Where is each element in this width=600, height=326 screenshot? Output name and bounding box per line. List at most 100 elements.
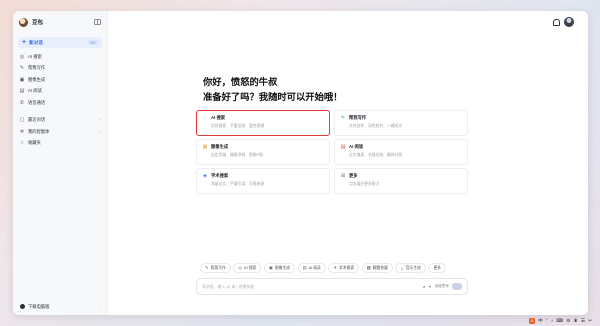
phone-icon: ✆ — [19, 99, 25, 106]
skill-chip-1[interactable]: ◎ AI 搜索 — [233, 263, 262, 273]
new-chat-label: 新对话 — [29, 39, 43, 45]
read-icon: ▤ — [302, 265, 307, 270]
skill-chip-0[interactable]: ✎ 帮我写作 — [200, 263, 231, 273]
feature-card-title: 学术搜索 — [211, 173, 229, 178]
feature-card-0[interactable]: ◌ AI 搜索实时搜索、不重信源、整合逻辑 — [196, 110, 330, 136]
tray-icon-5[interactable]: ⚙ — [566, 318, 570, 324]
greeting-line-1: 你好，愤怒的牛叔 — [203, 77, 278, 87]
sidebar-item-0[interactable]: ◎ AI 搜索 — [13, 51, 107, 63]
system-tray: S 中 ° ♪ ⌨ ⚙ ♜ ☰ ✂ — [528, 315, 592, 326]
feature-card-title-row: ▦ 图像生成 — [202, 144, 324, 150]
skill-chip-label: 帮我写作 — [210, 265, 226, 270]
feature-card-5[interactable]: ⊞ 更多点击展开更多能力 — [334, 168, 468, 194]
greeting: 你好，愤怒的牛叔 准备好了吗？我随时可以开始哦！ — [203, 75, 342, 105]
tray-icon-6[interactable]: ♜ — [574, 318, 578, 324]
sidebar-item-label: AI 阅读 — [28, 88, 42, 94]
tray-icon-0[interactable]: S — [528, 317, 535, 324]
skill-chip-3[interactable]: ▤ AI 阅读 — [297, 263, 326, 273]
sidebar-item-label: 最近对话 — [28, 117, 46, 123]
tray-icon-4[interactable]: ⌨ — [556, 318, 563, 324]
new-chat-button[interactable]: + 新对话 ⌘K — [18, 37, 102, 48]
sidebar-item-label: 帮我写作 — [28, 65, 46, 71]
bookmark-icon: ☆ — [19, 140, 25, 147]
feature-card-title-row: ◌ AI 搜索 — [202, 115, 324, 121]
chevron-right-icon: › — [98, 304, 100, 309]
skill-chip-5[interactable]: ▦ 解题答疑 — [361, 263, 393, 273]
chevron-right-icon: › — [99, 128, 101, 135]
greeting-line-2: 准备好了吗？我随时可以开始哦！ — [203, 92, 343, 102]
deep-think-label[interactable]: 深度思考 — [435, 284, 449, 289]
feature-card-3[interactable]: ▤ AI 阅读论文速读、长链总结、翻译对照 — [334, 139, 468, 165]
skill-chip-label: AI 搜索 — [244, 265, 257, 270]
feature-card-title: 图像生成 — [211, 144, 229, 149]
skill-chip-7[interactable]: 更多 — [428, 263, 446, 273]
academic-icon: ✈ — [333, 265, 337, 270]
avatar[interactable] — [564, 17, 574, 27]
feature-card-desc: 点击展开更多能力 — [349, 182, 380, 186]
search-icon: ◎ — [19, 53, 25, 60]
new-chat-shortcut: ⌘K — [88, 40, 98, 45]
feature-cards: ◌ AI 搜索 实时搜索、不重信源、整合逻辑 ✎ 帮我写作 文档创作、润色校对、一键成文 ▦… — [196, 110, 468, 194]
chevron-right-icon: › — [99, 117, 101, 124]
sidebar-collapse-icon[interactable] — [94, 19, 101, 25]
academic-icon: ◈ — [203, 173, 207, 179]
sidebar-item-3[interactable]: ▤ AI 阅读 — [13, 86, 107, 98]
tray-icon-8[interactable]: ✂ — [588, 318, 592, 324]
image-icon: ▣ — [19, 76, 25, 83]
more-icon: ⊞ — [340, 173, 346, 179]
feature-card-4[interactable]: ◈ 学术搜索海量论文、严谨引用、可靠来源 — [196, 168, 330, 194]
read-icon: ▤ — [340, 144, 346, 150]
message-input-placeholder: 发消息、输入 @ 或 / 选择技能 — [202, 283, 255, 289]
sidebar-item-4[interactable]: ✆ 语音通话 — [13, 97, 107, 109]
sidebar-item-label: 我的智能体 — [28, 128, 50, 134]
feature-card-title: AI 搜索 — [211, 115, 226, 120]
sidebar-item-label: 图像生成 — [28, 76, 46, 82]
download-desktop-button[interactable]: 下载电脑版 › — [18, 301, 102, 312]
tray-icon-3[interactable]: ♪ — [551, 318, 553, 323]
attach-icon[interactable]: ⌀ — [423, 284, 425, 289]
image-icon: ▣ — [268, 265, 273, 270]
feature-card-title-row: ◈ 学术搜索 — [202, 173, 324, 179]
skill-chip-2[interactable]: ▣ 图像生成 — [263, 263, 296, 273]
skill-chip-6[interactable]: ♫ 音乐生成 — [395, 263, 426, 273]
top-right-actions — [552, 17, 574, 27]
skill-chip-label: 音乐生成 — [405, 265, 421, 270]
feature-card-title: 帮我写作 — [349, 115, 367, 120]
skill-chip-label: AI 阅读 — [308, 265, 321, 270]
sidebar-item-1[interactable]: ✎ 帮我写作 — [13, 63, 107, 75]
sidebar-item2-0[interactable]: ▢ 最近对话 › — [13, 115, 107, 127]
tray-icon-2[interactable]: ° — [546, 318, 548, 323]
sidebar-item-2[interactable]: ▣ 图像生成 — [13, 74, 107, 86]
feature-card-title: AI 阅读 — [349, 144, 364, 149]
sidebar-item-label: 收藏夹 — [28, 140, 41, 146]
tray-icon-1[interactable]: 中 — [538, 318, 543, 324]
send-button[interactable] — [452, 283, 462, 290]
feature-card-title: 更多 — [349, 173, 358, 178]
skill-chip-label: 图像生成 — [274, 265, 291, 270]
feature-card-2[interactable]: ▦ 图像生成 自定风格、随意涂鸦、智能P图 — [196, 139, 330, 165]
app-logo — [19, 17, 28, 27]
feature-card-desc: 实时搜索、不重信源、整合逻辑 — [211, 124, 265, 128]
feature-card-1[interactable]: ✎ 帮我写作 文档创作、润色校对、一键成文 — [334, 110, 468, 136]
skill-chip-label: 解题答疑 — [372, 265, 388, 270]
skill-chip-4[interactable]: ✈ 学术搜索 — [328, 263, 360, 273]
solve-icon: ▦ — [366, 265, 371, 270]
search-icon: ◌ — [203, 115, 207, 121]
pen-icon: ✎ — [205, 265, 209, 270]
sidebar-item2-1[interactable]: ✲ 我的智能体 › — [13, 126, 107, 138]
skill-chip-label: 学术搜索 — [338, 265, 355, 270]
sidebar-item2-2[interactable]: ☆ 收藏夹 — [13, 138, 107, 150]
tray-icon-7[interactable]: ☰ — [581, 318, 585, 324]
pen-icon: ✎ — [340, 115, 346, 121]
feature-card-title-row: ▤ AI 阅读 — [340, 144, 462, 150]
sidebar-item-label: AI 搜索 — [28, 53, 42, 59]
feature-card-desc: 论文速读、长链总结、翻译对照 — [349, 153, 403, 157]
pen-icon: ✎ — [19, 65, 25, 72]
agent-icon: ✲ — [19, 128, 25, 135]
deep-think-icon[interactable]: ✦ — [428, 284, 431, 289]
bell-icon[interactable] — [552, 18, 560, 26]
feature-card-desc: 海量论文、严谨引用、可靠来源 — [211, 182, 265, 186]
app-name: 豆包 — [32, 20, 44, 26]
message-input[interactable]: 发消息、输入 @ 或 / 选择技能 ⌀ ✦ 深度思考 — [196, 278, 468, 295]
search-icon: ◎ — [238, 265, 243, 270]
